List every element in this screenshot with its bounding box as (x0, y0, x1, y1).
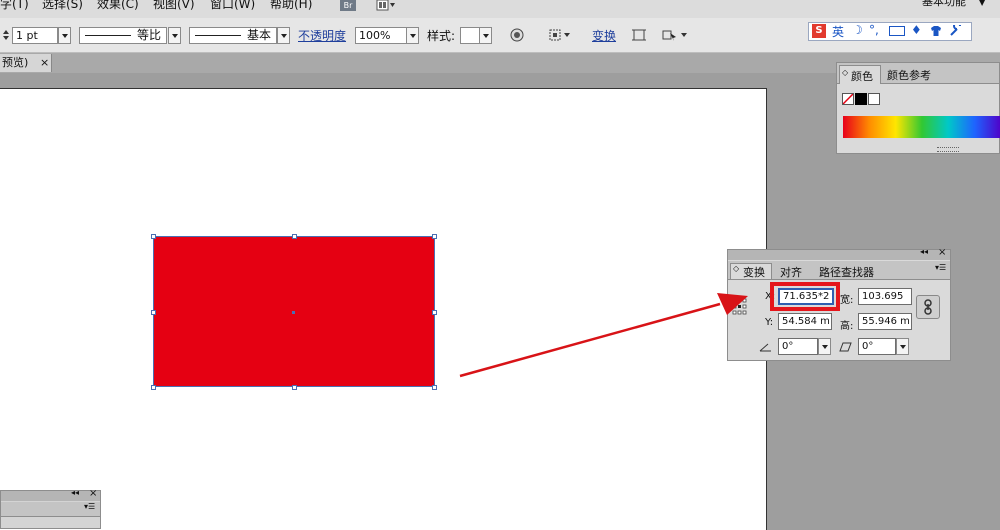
width-input[interactable]: 103.695 (858, 288, 912, 305)
sogou-logo-icon[interactable]: S (812, 24, 826, 38)
resize-handle[interactable] (432, 385, 437, 390)
document-tab-label: 预览) (2, 56, 29, 69)
resize-handle[interactable] (292, 234, 297, 239)
brush-dropdown[interactable] (277, 27, 290, 44)
transform-panel-titlebar[interactable]: ◂◂ × (728, 247, 950, 260)
moon-icon[interactable]: ☽ (852, 23, 863, 37)
stroke-weight-input[interactable]: 1 pt (12, 27, 58, 44)
panel-menu-icon[interactable]: ▾☰ (935, 263, 946, 272)
color-spectrum[interactable] (843, 116, 1000, 138)
opacity-dropdown[interactable] (406, 27, 419, 44)
resize-handle[interactable] (432, 310, 437, 315)
resize-handle[interactable] (151, 234, 156, 239)
document-tab-close-button[interactable]: × (40, 54, 49, 72)
shear-dropdown[interactable] (896, 338, 909, 355)
select-similar-icon[interactable] (661, 28, 689, 42)
tab-align[interactable]: 对齐 (780, 264, 802, 280)
workspace-switcher[interactable]: 基本功能 (922, 0, 966, 9)
stroke-weight-dropdown[interactable] (58, 27, 71, 44)
opacity-input[interactable]: 100% (355, 27, 407, 44)
center-point (292, 311, 295, 314)
rotate-angle-icon (759, 341, 773, 352)
white-swatch[interactable] (868, 93, 880, 105)
none-swatch[interactable] (842, 93, 854, 105)
close-panel-icon[interactable]: × (938, 247, 946, 258)
height-input[interactable]: 55.946 m (858, 313, 912, 330)
color-panel: ◇ 颜色 颜色参考 (836, 62, 1000, 154)
resize-handle[interactable] (432, 234, 437, 239)
menu-window[interactable]: 窗口(W) (210, 0, 255, 12)
menu-view[interactable]: 视图(V) (153, 0, 195, 12)
ime-toolbar: S 英 ☽ °, ♦ (808, 22, 972, 41)
resize-handle[interactable] (292, 385, 297, 390)
tab-color-guide[interactable]: 颜色参考 (887, 67, 931, 83)
panel-menu-icon[interactable]: ▾☰ (84, 502, 95, 511)
black-swatch[interactable] (855, 93, 867, 105)
tab-color-label: 颜色 (851, 70, 873, 83)
collapse-panel-icon[interactable]: ◂◂ (71, 488, 79, 497)
y-label: Y: (765, 317, 774, 328)
tab-collapse-icon: ◇ (842, 68, 849, 77)
menu-help[interactable]: 帮助(H) (270, 0, 312, 12)
resize-handle[interactable] (151, 385, 156, 390)
transform-link[interactable]: 变换 (592, 27, 616, 44)
graphic-style-dropdown[interactable] (479, 27, 492, 44)
isolate-group-icon[interactable] (631, 28, 647, 42)
shear-angle-icon (838, 341, 852, 352)
profile-label: 等比 (137, 28, 162, 42)
x-field-highlight (770, 282, 840, 311)
profile-line (85, 35, 131, 36)
punctuation-icon[interactable]: °, (869, 23, 879, 37)
opacity-link[interactable]: 不透明度 (298, 27, 346, 44)
variable-width-profile[interactable]: 等比 (79, 27, 167, 44)
panel-resize-grip[interactable] (937, 147, 959, 152)
brush-label: 基本 (247, 28, 272, 42)
brush-line (195, 35, 241, 36)
rotate-input[interactable]: 0° (778, 338, 818, 355)
shear-input[interactable]: 0° (858, 338, 896, 355)
graphic-style-swatch[interactable] (460, 27, 480, 44)
tab-pathfinder[interactable]: 路径查找器 (819, 264, 874, 280)
keyboard-icon[interactable] (889, 26, 905, 36)
workspace-dropdown-icon[interactable]: ▼ (979, 0, 985, 7)
rotate-dropdown[interactable] (818, 338, 831, 355)
tshirt-icon[interactable] (930, 25, 942, 37)
brush-definition[interactable]: 基本 (189, 27, 277, 44)
tab-transform[interactable]: ◇ 变换 (730, 263, 772, 279)
constrain-proportions-button[interactable] (916, 295, 940, 319)
document-tab[interactable]: 预览) × (0, 54, 52, 72)
bridge-button[interactable]: Br (340, 0, 356, 11)
height-label: 高: (840, 321, 854, 332)
collapsed-panel-titlebar[interactable]: ◂◂ × (1, 488, 100, 501)
skin-icon[interactable]: ♦ (911, 23, 922, 37)
profile-dropdown[interactable] (168, 27, 181, 44)
annotation-arrow (459, 293, 748, 378)
width-label: 宽: (840, 295, 854, 306)
wrench-icon[interactable] (949, 22, 963, 37)
y-position-input[interactable]: 54.584 m (778, 313, 832, 330)
collapsed-panel: ◂◂ × ▾☰ (0, 488, 101, 529)
style-label: 样式: (427, 29, 456, 43)
collapse-panel-icon[interactable]: ◂◂ (920, 247, 928, 256)
tab-transform-label: 变换 (743, 266, 765, 279)
ime-language-toggle[interactable]: 英 (832, 23, 844, 40)
menu-type[interactable]: 字(T) (0, 0, 29, 12)
recolor-artwork-icon[interactable] (510, 28, 524, 42)
arrange-documents-icon[interactable] (376, 0, 396, 11)
tab-color[interactable]: ◇ 颜色 (839, 65, 881, 84)
stroke-weight-stepper[interactable] (2, 28, 10, 42)
menu-effect[interactable]: 效果(C) (97, 0, 139, 12)
menu-bar: 字(T) 选择(S) 效果(C) 视图(V) 窗口(W) 帮助(H) Br 基本… (0, 0, 1000, 19)
tab-collapse-icon: ◇ (733, 264, 740, 273)
menu-select[interactable]: 选择(S) (42, 0, 83, 12)
close-panel-icon[interactable]: × (89, 488, 97, 499)
align-to-selection-icon[interactable] (548, 28, 572, 42)
resize-handle[interactable] (151, 310, 156, 315)
collapsed-panel-tabbar: ▾☰ (1, 502, 100, 517)
